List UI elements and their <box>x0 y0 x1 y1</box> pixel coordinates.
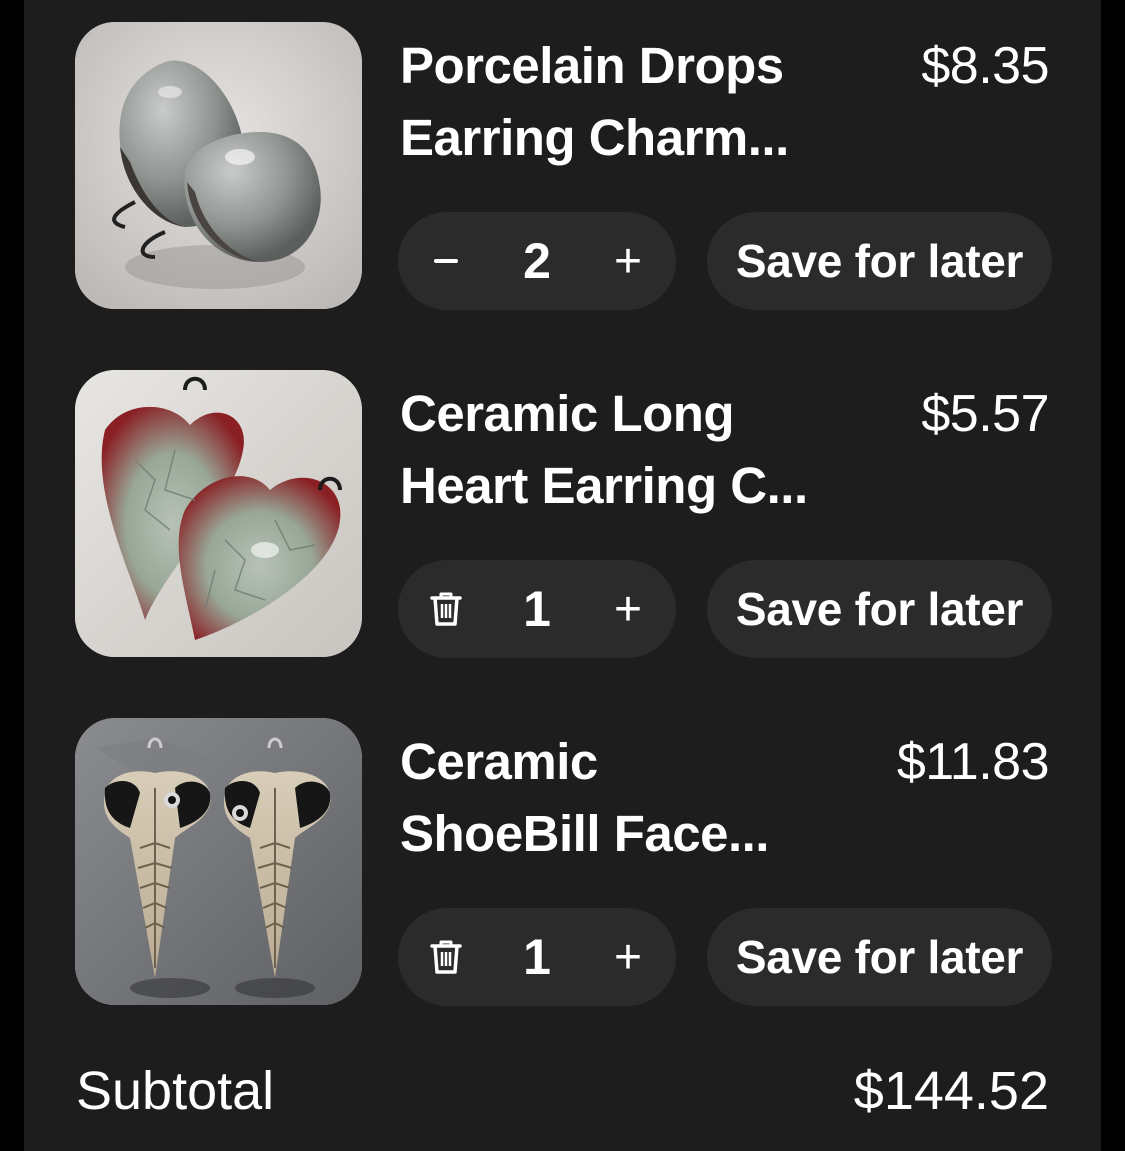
ceramic-heart-photo <box>75 370 362 657</box>
save-for-later-button[interactable]: Save for later <box>707 212 1052 310</box>
quantity-value: 2 <box>523 233 551 289</box>
plus-icon: + <box>613 234 643 288</box>
product-title-line2: Heart Earring C... <box>400 457 808 514</box>
product-title-line1: Ceramic Long <box>400 385 735 442</box>
plus-icon: + <box>613 582 643 636</box>
shoebill-face-photo <box>75 718 362 1005</box>
increase-quantity-button[interactable]: + <box>588 212 668 310</box>
decrease-quantity-button[interactable] <box>406 212 486 310</box>
save-for-later-button[interactable]: Save for later <box>707 908 1052 1006</box>
cart-item: Ceramic ShoeBill Face... $11.83 1 + Save… <box>24 718 1101 1018</box>
trash-icon <box>430 940 462 974</box>
save-for-later-button[interactable]: Save for later <box>707 560 1052 658</box>
quantity-stepper: 2 + <box>398 212 676 310</box>
remove-item-button[interactable] <box>406 560 486 658</box>
quantity-stepper: 1 + <box>398 560 676 658</box>
cart-item: Ceramic Long Heart Earring C... $5.57 1 … <box>24 370 1101 670</box>
porcelain-drops-photo <box>75 22 362 309</box>
product-image-porcelain-drops[interactable] <box>75 22 362 309</box>
product-image-ceramic-heart[interactable] <box>75 370 362 657</box>
quantity-value: 1 <box>523 581 551 637</box>
product-title-line1: Porcelain Drops <box>400 37 784 94</box>
product-title-line2: Earring Charm... <box>400 109 789 166</box>
minus-icon <box>434 259 458 263</box>
product-title[interactable]: Porcelain Drops Earring Charm... <box>400 30 860 174</box>
increase-quantity-button[interactable]: + <box>588 908 668 1006</box>
product-price: $8.35 <box>921 37 1049 95</box>
increase-quantity-button[interactable]: + <box>588 560 668 658</box>
product-title-line2: ShoeBill Face... <box>400 805 769 862</box>
subtotal-label: Subtotal <box>76 1061 275 1121</box>
product-title-line1: Ceramic <box>400 733 598 790</box>
remove-item-button[interactable] <box>406 908 486 1006</box>
product-title[interactable]: Ceramic Long Heart Earring C... <box>400 378 860 522</box>
cart-item: Porcelain Drops Earring Charm... $8.35 2… <box>24 22 1101 322</box>
trash-icon <box>430 592 462 626</box>
quantity-stepper: 1 + <box>398 908 676 1006</box>
product-price: $5.57 <box>921 385 1049 443</box>
product-title[interactable]: Ceramic ShoeBill Face... <box>400 726 860 870</box>
quantity-value: 1 <box>523 929 551 985</box>
subtotal-value: $144.52 <box>853 1061 1049 1121</box>
cart-panel: Porcelain Drops Earring Charm... $8.35 2… <box>24 0 1101 1151</box>
product-image-shoebill-face[interactable] <box>75 718 362 1005</box>
plus-icon: + <box>613 930 643 984</box>
product-price: $11.83 <box>896 733 1050 791</box>
